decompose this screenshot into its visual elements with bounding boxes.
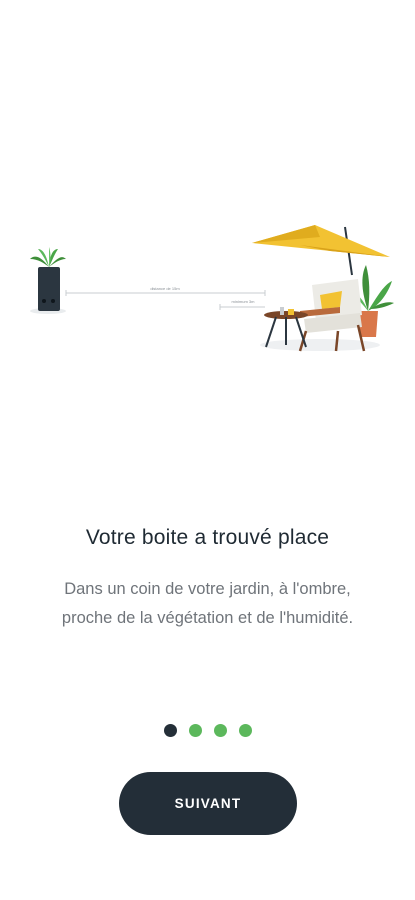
compost-box-icon — [30, 247, 66, 314]
description-line-1: Dans un coin de votre jardin, à l'ombre, — [64, 580, 351, 598]
distance-long-label: distance de 15m — [150, 286, 180, 291]
page-dot-4[interactable] — [238, 724, 252, 737]
pagination-dots — [0, 724, 415, 740]
garden-scene-image: distance de 15m minimum 3m — [30, 225, 394, 352]
page-title: Votre boite a trouvé place — [85, 526, 330, 549]
next-button[interactable]: SUIVANT — [119, 772, 297, 835]
page-description: Dans un coin de votre jardin, à l'ombre,… — [20, 575, 395, 633]
description-line-2: proche de la végétation et de l'humidité… — [61, 609, 354, 627]
page-dot-3[interactable] — [213, 724, 227, 737]
distance-indicator: distance de 15m minimum 3m — [65, 286, 266, 310]
distance-short-label: minimum 3m — [232, 299, 256, 304]
garden-illustration: distance de 15m minimum 3m — [0, 215, 415, 365]
page-dot-2[interactable] — [188, 724, 202, 737]
page-dot-1[interactable] — [163, 724, 177, 737]
umbrella-icon — [252, 225, 390, 276]
